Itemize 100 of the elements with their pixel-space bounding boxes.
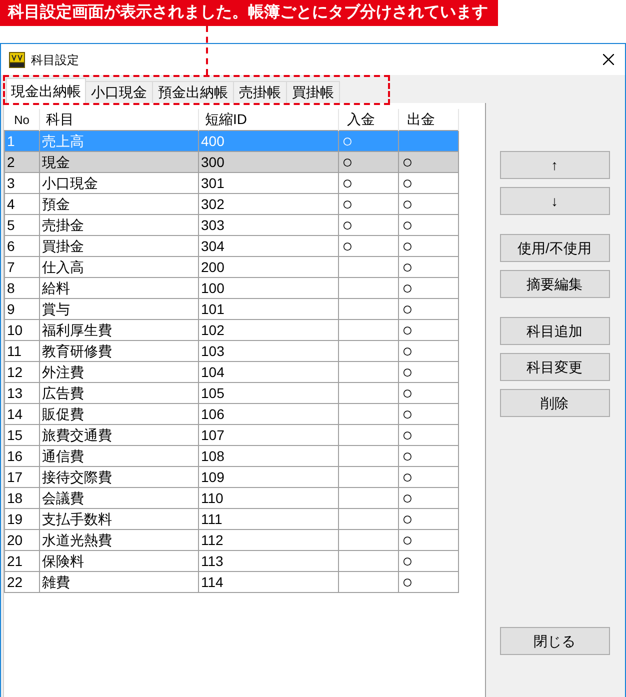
table-cell: 旅費交通費 [42,427,112,443]
table-cell: 6 [7,238,15,254]
table-cell: 15 [7,427,23,443]
circle-mark: ○ [402,551,413,571]
table-row[interactable]: 11 教育研修費 103 ○ [4,340,458,362]
table-cell: 400 [201,133,224,149]
table-row[interactable]: 5 売掛金 303 ○ ○ [4,214,458,236]
window-title: 科目設定 [31,52,79,68]
arrow-button[interactable]: ↓ [500,187,610,215]
arrow-button[interactable]: ↑ [500,151,610,179]
table-cell: 教育研修費 [42,343,112,359]
table-cell: 100 [201,280,224,296]
circle-mark: ○ [342,173,353,193]
circle-mark: ○ [402,362,413,382]
table-cell: 販促費 [42,406,84,422]
table-cell: 301 [201,175,224,191]
table-row[interactable]: 17 接待交際費 109 ○ [4,466,458,488]
action-button[interactable]: 科目変更 [500,353,610,381]
table-cell: 水道光熱費 [42,532,112,548]
callout-label: 科目設定画面が表示されました。帳簿ごとにタブ分けされています [0,0,498,26]
table-row[interactable]: 3 小口現金 301 ○ ○ [4,172,458,194]
table-cell: 114 [201,574,224,590]
circle-mark: ○ [342,131,353,151]
close-button[interactable]: 閉じる [500,627,610,655]
table-cell: 売掛金 [42,217,84,233]
action-button[interactable]: 科目追加 [500,317,610,345]
close-icon[interactable] [603,54,614,65]
circle-mark: ○ [402,341,413,361]
action-button[interactable]: 使用/不使用 [500,234,610,262]
tab[interactable]: 小口現金 [86,81,153,103]
table-cell: 現金 [42,154,70,170]
table-cell: 広告費 [42,385,84,401]
table-row[interactable]: 6 買掛金 304 ○ ○ [4,236,458,256]
table-row[interactable]: 18 会議費 110 ○ [4,488,458,508]
table-row[interactable]: 20 水道光熱費 112 ○ [4,530,458,550]
table-cell: 110 [201,490,224,506]
table-cell: 14 [7,406,23,422]
circle-mark: ○ [402,278,413,298]
table-cell: 111 [201,511,222,527]
table-row[interactable]: 9 賞与 101 ○ [4,298,458,320]
table-row[interactable]: 8 給料 100 ○ [4,278,458,298]
circle-mark: ○ [402,467,413,487]
table-cell: 賞与 [42,301,70,317]
table-cell: 仕入高 [42,259,84,275]
table-row[interactable]: 22 雑費 114 ○ [4,572,458,592]
table-cell: 5 [7,217,15,233]
table-cell: 4 [7,196,15,212]
table-cell: 8 [7,280,15,296]
table-row[interactable]: 16 通信費 108 ○ [4,446,458,466]
circle-mark: ○ [402,320,413,340]
table-row[interactable]: 10 福利厚生費 102 ○ [4,320,458,340]
table-cell: 売上高 [42,133,84,149]
table-cell: 通信費 [42,448,84,464]
table-row[interactable]: 21 保険料 113 ○ [4,550,458,572]
table-cell: 300 [201,154,224,170]
table-cell: 13 [7,385,23,401]
table-row[interactable]: 7 仕入高 200 ○ [4,256,458,278]
app-icon [9,52,25,68]
table-cell: 10 [7,322,23,338]
table-cell: 200 [201,259,224,275]
table-row[interactable]: 19 支払手数料 111 ○ [4,508,458,530]
table-row[interactable]: 4 預金 302 ○ ○ [4,194,458,214]
circle-mark: ○ [402,194,413,214]
circle-mark: ○ [402,446,413,466]
tab[interactable]: 買掛帳 [287,81,340,103]
tab[interactable]: 現金出納帳 [6,78,86,104]
circle-mark: ○ [402,173,413,193]
circle-mark: ○ [402,572,413,592]
table-cell: 21 [7,553,23,569]
table-cell: 302 [201,196,224,212]
circle-mark: ○ [342,236,353,256]
table-row[interactable]: 12 外注費 104 ○ [4,362,458,382]
table-cell: 保険料 [42,553,84,569]
circle-mark: ○ [342,194,353,214]
table-cell: 16 [7,448,23,464]
table-row[interactable]: 2 現金 300 ○ ○ [4,152,458,172]
circle-mark: ○ [402,530,413,550]
tab[interactable]: 預金出納帳 [153,81,234,103]
table-row[interactable]: 13 広告費 105 ○ [4,382,458,404]
tab[interactable]: 売掛帳 [234,81,287,103]
table-cell: 接待交際費 [42,469,112,485]
action-button[interactable]: 削除 [500,389,610,417]
circle-mark: ○ [402,299,413,319]
circle-mark: ○ [342,215,353,235]
table-row[interactable]: 14 販促費 106 ○ [4,404,458,424]
table-cell: 会議費 [42,490,84,506]
table-cell: 7 [7,259,15,275]
circle-mark: ○ [402,215,413,235]
table-cell: 22 [7,574,23,590]
action-button[interactable]: 摘要編集 [500,270,610,298]
table-cell: 2 [7,154,15,170]
table-cell: 小口現金 [42,175,98,191]
circle-mark: ○ [402,425,413,445]
table-cell: 3 [7,175,15,191]
table-cell: 17 [7,469,23,485]
circle-mark: ○ [402,488,413,508]
circle-mark: ○ [342,152,353,172]
table-row[interactable]: 15 旅費交通費 107 ○ [4,424,458,446]
circle-mark: ○ [402,152,413,172]
table-cell: 101 [201,301,224,317]
